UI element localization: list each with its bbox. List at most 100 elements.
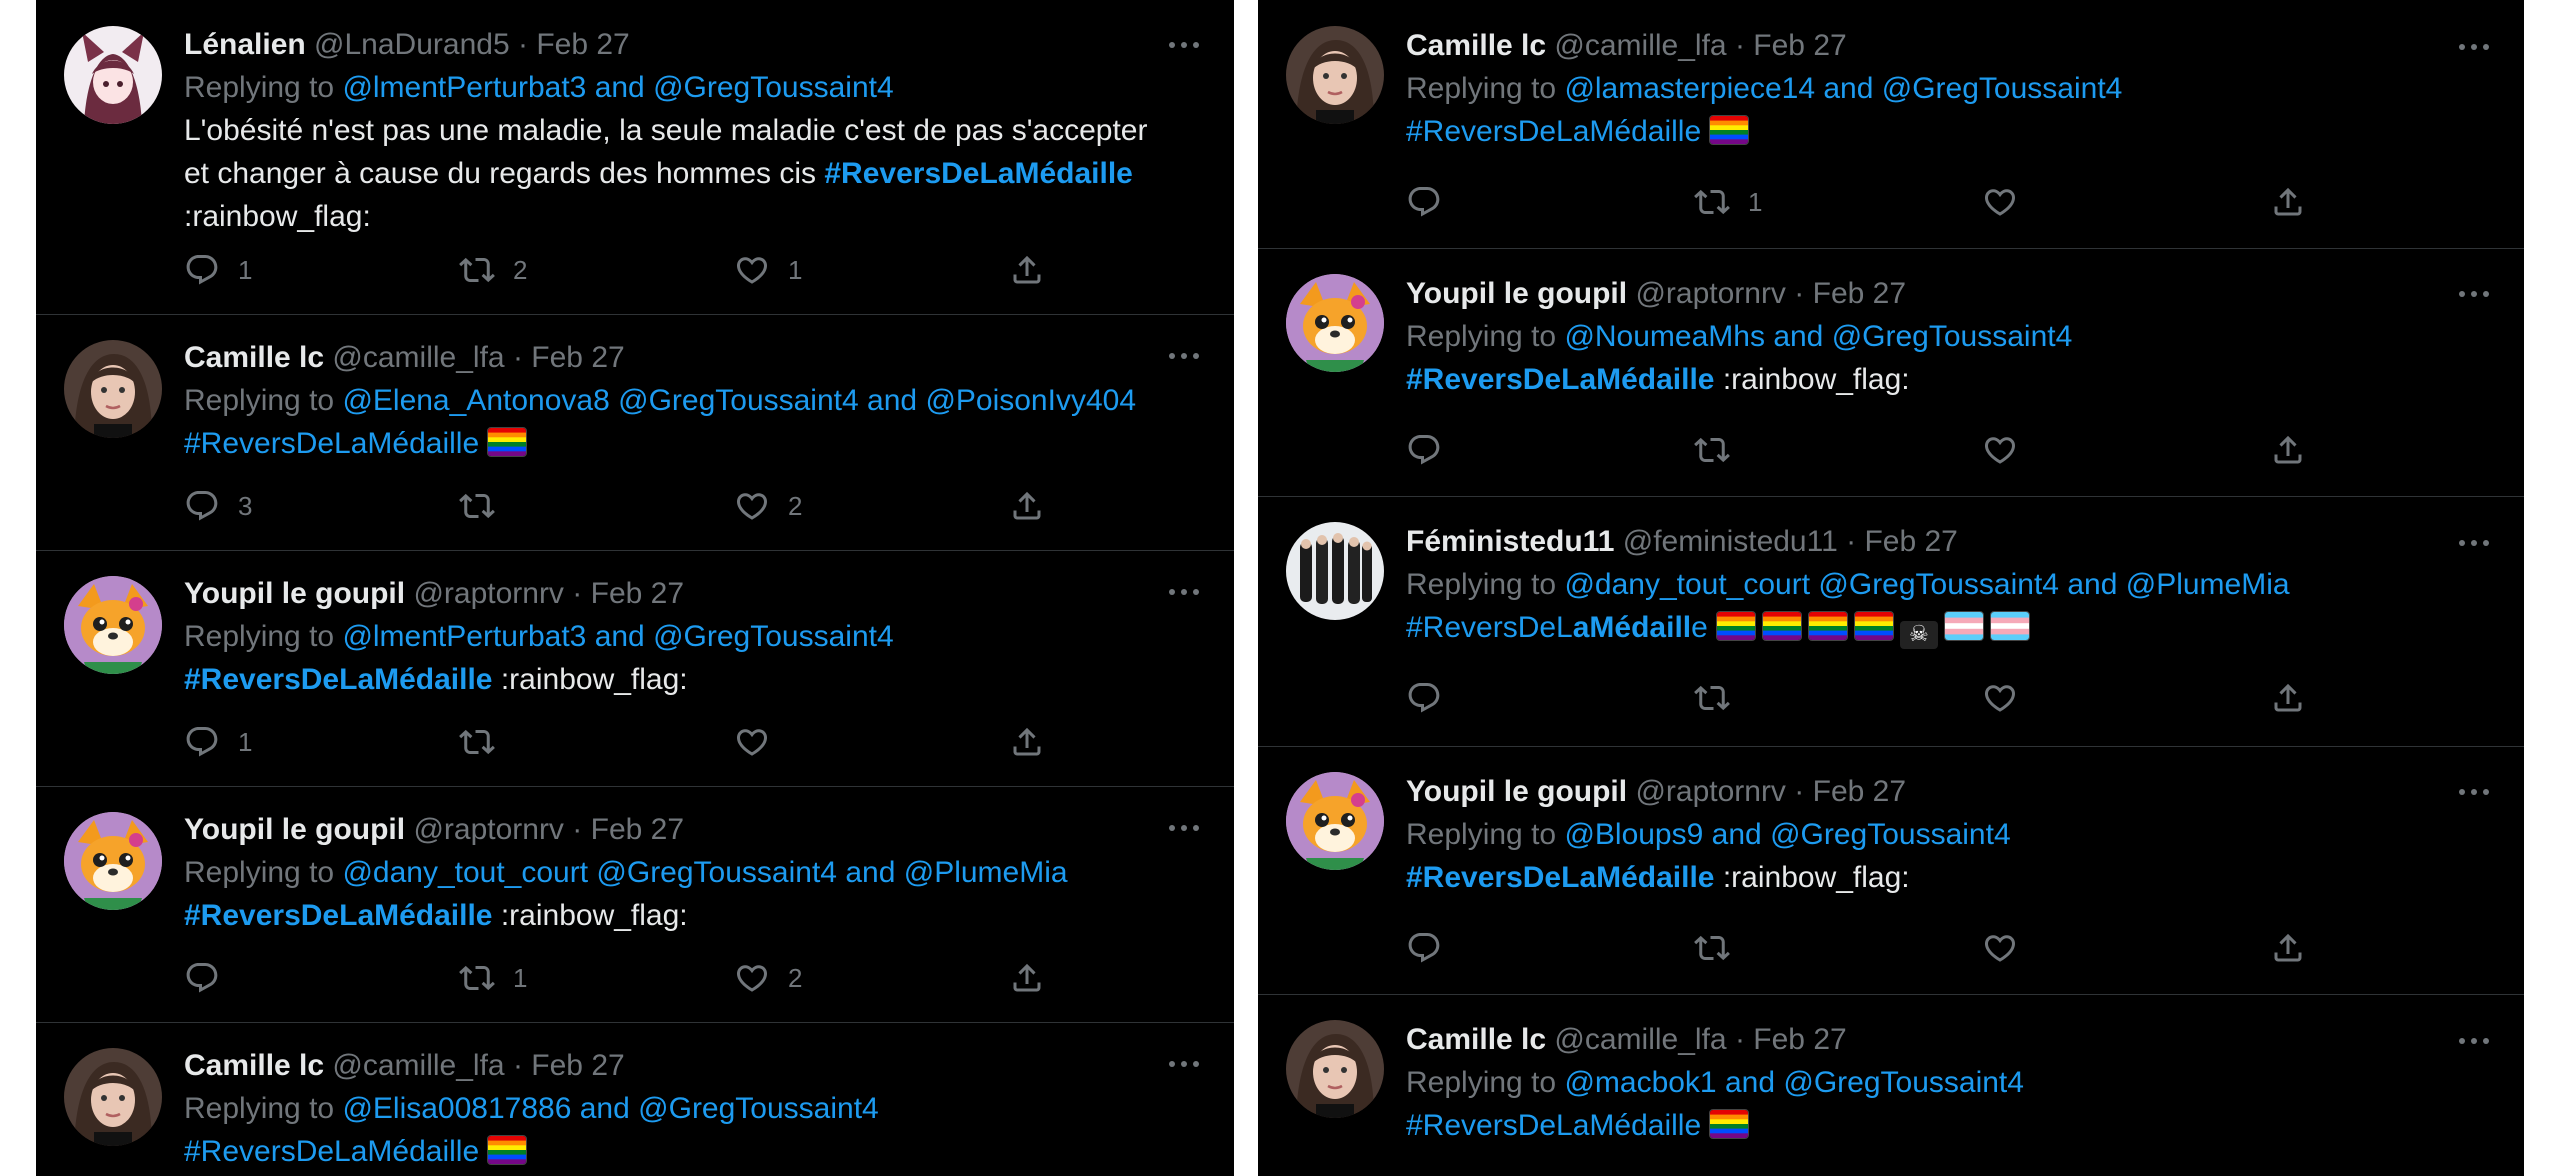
avatar[interactable]: [64, 576, 162, 674]
share-button[interactable]: [2270, 430, 2306, 470]
share-button[interactable]: [1009, 250, 1045, 290]
hashtag-link[interactable]: #ReversDeLaMédaille: [1406, 1109, 1701, 1142]
like-button[interactable]: 1: [734, 250, 1009, 290]
mention-link[interactable]: @PoisonIvy404: [925, 384, 1136, 417]
mention-link[interactable]: @GregToussaint4: [1783, 1066, 2024, 1099]
reply-button[interactable]: [1406, 928, 1694, 968]
share-button[interactable]: [2270, 928, 2306, 968]
tweet[interactable]: Camille lc @camille_lfa · Feb 27 Replyin…: [36, 1022, 1234, 1176]
hashtag-link[interactable]: #ReversDeLaMédaille: [1406, 115, 1701, 148]
avatar[interactable]: [64, 812, 162, 910]
display-name[interactable]: Camille lc: [184, 1049, 324, 1082]
mention-link[interactable]: @GregToussaint4: [596, 856, 837, 889]
mention-link[interactable]: @lamasterpiece14: [1564, 72, 1815, 105]
display-name[interactable]: Youpil le goupil: [184, 577, 405, 610]
timestamp[interactable]: Feb 27: [1813, 775, 1906, 808]
retweet-button[interactable]: [1694, 430, 1982, 470]
mention-link[interactable]: @GregToussaint4: [618, 384, 859, 417]
share-button[interactable]: [1009, 486, 1045, 526]
share-button[interactable]: [1009, 958, 1045, 998]
retweet-button[interactable]: [459, 722, 734, 762]
handle[interactable]: @camille_lfa: [1554, 1023, 1726, 1056]
reply-button[interactable]: 1: [184, 722, 459, 762]
mention-link[interactable]: @macbok1: [1564, 1066, 1716, 1099]
avatar[interactable]: [1286, 522, 1384, 620]
mention-link[interactable]: @Bloups9: [1564, 818, 1703, 851]
retweet-button[interactable]: [1694, 928, 1982, 968]
tweet[interactable]: Camille lc @camille_lfa · Feb 27 Replyin…: [36, 314, 1234, 551]
mention-link[interactable]: @NoumeaMhs: [1564, 320, 1765, 353]
mention-link[interactable]: @GregToussaint4: [1818, 568, 2059, 601]
hashtag-link[interactable]: #ReversDeLaMédaille: [1406, 611, 1708, 644]
mention-link[interactable]: @Elisa00817886: [342, 1092, 571, 1125]
timestamp[interactable]: Feb 27: [1753, 29, 1846, 62]
handle[interactable]: @camille_lfa: [1554, 29, 1726, 62]
like-button[interactable]: 2: [734, 486, 1009, 526]
handle[interactable]: @raptornrv: [413, 813, 564, 846]
hashtag-link[interactable]: #ReversDeLaMédaille: [1406, 363, 1715, 396]
like-button[interactable]: [1982, 430, 2270, 470]
display-name[interactable]: Camille lc: [1406, 29, 1546, 62]
mention-link[interactable]: @GregToussaint4: [1770, 818, 2011, 851]
like-button[interactable]: [1982, 928, 2270, 968]
handle[interactable]: @raptornrv: [1635, 277, 1786, 310]
tweet[interactable]: Youpil le goupil @raptornrv · Feb 27 Rep…: [36, 550, 1234, 787]
mention-link[interactable]: @GregToussaint4: [1832, 320, 2073, 353]
display-name[interactable]: Camille lc: [1406, 1023, 1546, 1056]
retweet-button[interactable]: 1: [1694, 182, 1982, 222]
like-button[interactable]: [1982, 182, 2270, 222]
like-button[interactable]: [1982, 678, 2270, 718]
timestamp[interactable]: Feb 27: [536, 28, 629, 61]
tweet[interactable]: Féministedu11 @feministedu11 · Feb 27 Re…: [1258, 496, 2524, 747]
hashtag-link[interactable]: #ReversDeLaMédaille: [184, 1135, 479, 1168]
display-name[interactable]: Youpil le goupil: [184, 813, 405, 846]
share-button[interactable]: [2270, 678, 2306, 718]
timestamp[interactable]: Feb 27: [1753, 1023, 1846, 1056]
avatar[interactable]: [1286, 1020, 1384, 1118]
timestamp[interactable]: Feb 27: [591, 577, 684, 610]
hashtag-link[interactable]: #ReversDeLaMédaille: [1406, 861, 1715, 894]
display-name[interactable]: Lénalien: [184, 28, 306, 61]
timestamp[interactable]: Feb 27: [1813, 277, 1906, 310]
mention-link[interactable]: @GregToussaint4: [1882, 72, 2123, 105]
timestamp[interactable]: Feb 27: [591, 813, 684, 846]
mention-link[interactable]: @GregToussaint4: [638, 1092, 879, 1125]
reply-button[interactable]: [1406, 182, 1694, 222]
hashtag-link[interactable]: #ReversDeLaMédaille: [184, 663, 493, 696]
tweet[interactable]: Lénalien @LnaDurand5 · Feb 27 Replying t…: [36, 0, 1234, 315]
mention-link[interactable]: @Elena_Antonova8: [342, 384, 609, 417]
retweet-button[interactable]: [459, 486, 734, 526]
retweet-button[interactable]: [1694, 678, 1982, 718]
mention-link[interactable]: @PlumeMia: [2126, 568, 2290, 601]
hashtag-link[interactable]: #ReversDeLaMédaille: [184, 899, 493, 932]
hashtag-link[interactable]: #ReversDeLaMédaille: [184, 427, 479, 460]
avatar[interactable]: [64, 340, 162, 438]
retweet-button[interactable]: 1: [459, 958, 734, 998]
reply-button[interactable]: [1406, 678, 1694, 718]
hashtag-link[interactable]: #ReversDeLaMédaille: [824, 157, 1133, 190]
like-button[interactable]: [734, 722, 1009, 762]
tweet[interactable]: Camille lc @camille_lfa · Feb 27 Replyin…: [1258, 994, 2524, 1176]
mention-link[interactable]: @dany_tout_court: [1564, 568, 1810, 601]
reply-button[interactable]: [1406, 430, 1694, 470]
mention-link[interactable]: @PlumeMia: [904, 856, 1068, 889]
retweet-button[interactable]: 2: [459, 250, 734, 290]
handle[interactable]: @camille_lfa: [332, 341, 504, 374]
reply-button[interactable]: 1: [184, 250, 459, 290]
tweet[interactable]: Youpil le goupil @raptornrv · Feb 27 Rep…: [1258, 248, 2524, 497]
avatar[interactable]: [64, 1048, 162, 1146]
reply-button[interactable]: [184, 958, 459, 998]
like-button[interactable]: 2: [734, 958, 1009, 998]
display-name[interactable]: Youpil le goupil: [1406, 775, 1627, 808]
timestamp[interactable]: Feb 27: [531, 341, 624, 374]
handle[interactable]: @camille_lfa: [332, 1049, 504, 1082]
mention-link[interactable]: @dany_tout_court: [342, 856, 588, 889]
handle[interactable]: @feministedu11: [1623, 525, 1838, 558]
tweet[interactable]: Youpil le goupil @raptornrv · Feb 27 Rep…: [1258, 746, 2524, 995]
tweet[interactable]: Youpil le goupil @raptornrv · Feb 27 Rep…: [36, 786, 1234, 1023]
mention-link[interactable]: @lmentPerturbat3: [342, 71, 586, 104]
display-name[interactable]: Féministedu11: [1406, 525, 1614, 558]
avatar[interactable]: [64, 26, 162, 124]
display-name[interactable]: Youpil le goupil: [1406, 277, 1627, 310]
reply-button[interactable]: 3: [184, 486, 459, 526]
